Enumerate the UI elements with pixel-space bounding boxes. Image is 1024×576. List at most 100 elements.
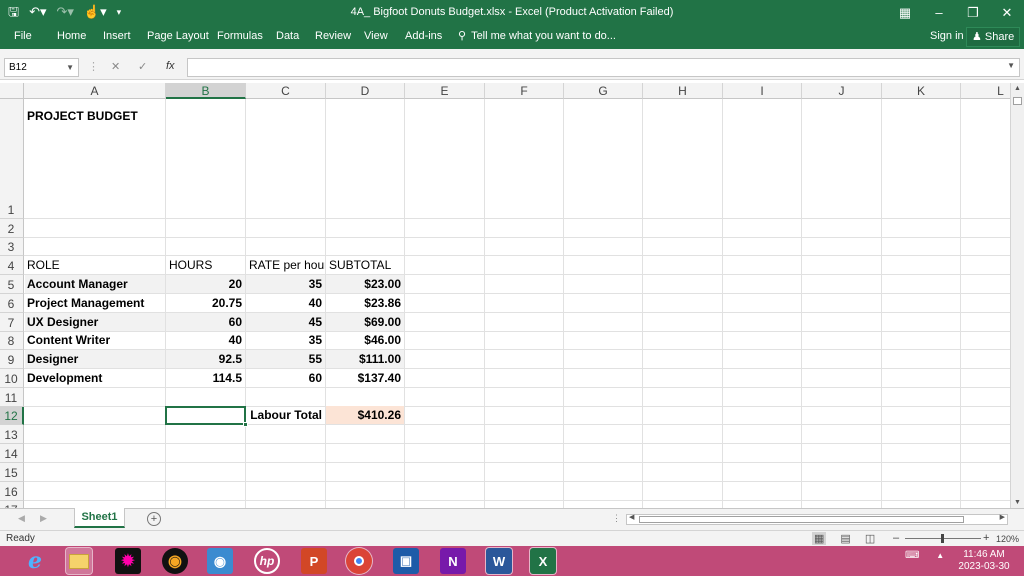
fill-handle[interactable] (243, 422, 248, 427)
sheet-tab-sheet1[interactable]: Sheet1 (74, 508, 125, 528)
cell-role[interactable]: Account Manager (24, 275, 165, 293)
tab-view[interactable]: View (364, 30, 388, 42)
page-layout-view-icon[interactable]: ▤ (840, 532, 850, 545)
row-header-1[interactable]: 1 (0, 99, 24, 219)
row-header-4[interactable]: 4 (0, 256, 24, 275)
column-header-d[interactable]: D (326, 83, 405, 99)
scroll-left-icon[interactable]: ◀ (629, 513, 634, 521)
row-header-7[interactable]: 7 (0, 313, 24, 332)
cell-subtotal[interactable]: $69.00 (326, 313, 404, 331)
onenote-icon[interactable]: N (440, 548, 466, 574)
horizontal-scrollbar[interactable]: ◀ ▶ (626, 514, 1008, 525)
column-header-c[interactable]: C (246, 83, 326, 99)
row-header-5[interactable]: 5 (0, 275, 24, 294)
tab-split-handle-icon[interactable]: ⋮ (612, 513, 621, 524)
pinwheel-app-icon[interactable]: ✹ (115, 548, 141, 574)
selected-cell-b12[interactable] (165, 406, 248, 427)
cell-c4-header[interactable]: RATE per hour (246, 256, 325, 274)
column-header-h[interactable]: H (643, 83, 723, 99)
formula-input[interactable]: ▼ (187, 58, 1020, 77)
cell-subtotal[interactable]: $111.00 (326, 350, 404, 368)
tab-add-ins[interactable]: Add-ins (405, 30, 442, 42)
cell-rate[interactable]: 35 (246, 331, 325, 349)
worksheet-grid[interactable]: ABCDEFGHIJKL1234567891011121314151617181… (0, 83, 1010, 508)
horizontal-scroll-thumb[interactable] (639, 516, 964, 523)
add-sheet-icon[interactable]: + (147, 512, 161, 526)
cell-hours[interactable]: 20.75 (166, 294, 245, 312)
chrome-icon[interactable] (346, 548, 372, 574)
row-header-13[interactable]: 13 (0, 425, 24, 444)
cell-role[interactable]: Development (24, 369, 165, 387)
cell-rate[interactable]: 35 (246, 275, 325, 293)
scroll-up-icon[interactable]: ▲ (1014, 85, 1021, 92)
chevron-down-icon[interactable]: ▼ (66, 59, 74, 76)
row-header-6[interactable]: 6 (0, 294, 24, 313)
webcam-app-icon[interactable]: ◉ (207, 548, 233, 574)
cell-subtotal[interactable]: $137.40 (326, 369, 404, 387)
scroll-down-icon[interactable]: ▼ (1014, 499, 1021, 506)
ribbon-display-icon[interactable]: ▦ (888, 0, 922, 25)
page-break-preview-icon[interactable]: ◫ (865, 532, 875, 545)
insert-function-icon[interactable]: fx (166, 60, 175, 72)
tab-insert[interactable]: Insert (103, 30, 131, 42)
row-header-8[interactable]: 8 (0, 332, 24, 350)
column-header-a[interactable]: A (24, 83, 166, 99)
powerpoint-icon[interactable]: P (301, 548, 327, 574)
cell-subtotal[interactable]: $23.00 (326, 275, 404, 293)
row-header-9[interactable]: 9 (0, 350, 24, 369)
cancel-icon[interactable]: ✕ (111, 60, 120, 73)
cell-role[interactable]: Designer (24, 350, 165, 368)
next-sheet-icon[interactable]: ▶ (40, 513, 47, 524)
cell-a4-header[interactable]: ROLE (24, 256, 165, 274)
prev-sheet-icon[interactable]: ◀ (18, 513, 25, 524)
cell-rate[interactable]: 40 (246, 294, 325, 312)
row-header-17[interactable]: 17 (0, 501, 24, 508)
cell-rate[interactable]: 60 (246, 369, 325, 387)
chevron-up-icon[interactable]: ▲ (936, 551, 944, 560)
column-header-e[interactable]: E (405, 83, 485, 99)
cell-role[interactable]: UX Designer (24, 313, 165, 331)
minimize-icon[interactable]: – (922, 0, 956, 25)
cell-a1-title[interactable]: PROJECT BUDGET (24, 107, 224, 125)
normal-view-icon[interactable]: ▦ (812, 532, 827, 545)
cell-hours[interactable]: 114.5 (166, 369, 245, 387)
row-header-11[interactable]: 11 (0, 388, 24, 407)
hp-icon[interactable]: hp (254, 548, 280, 574)
cell-hours[interactable]: 20 (166, 275, 245, 293)
row-header-3[interactable]: 3 (0, 238, 24, 256)
enter-icon[interactable]: ✓ (138, 60, 147, 73)
cell-hours[interactable]: 40 (166, 331, 245, 349)
column-header-j[interactable]: J (802, 83, 882, 99)
column-header-g[interactable]: G (564, 83, 643, 99)
file-explorer-icon[interactable] (66, 548, 92, 574)
row-header-2[interactable]: 2 (0, 219, 24, 238)
column-header-k[interactable]: K (882, 83, 961, 99)
zoom-in-icon[interactable]: + (983, 532, 989, 544)
scroll-right-icon[interactable]: ▶ (1000, 513, 1005, 521)
sign-in-link[interactable]: Sign in (930, 30, 964, 42)
tab-home[interactable]: Home (57, 30, 86, 42)
media-player-icon[interactable]: ◉ (162, 548, 188, 574)
cell-d12-total-value[interactable]: $410.26 (326, 406, 404, 424)
share-button[interactable]: ♟ Share (966, 27, 1021, 47)
row-header-12[interactable]: 12 (0, 407, 24, 425)
column-header-b[interactable]: B (166, 83, 246, 99)
column-header-f[interactable]: F (485, 83, 564, 99)
cell-role[interactable]: Content Writer (24, 331, 165, 349)
zoom-slider-knob[interactable] (941, 534, 944, 543)
cell-rate[interactable]: 55 (246, 350, 325, 368)
cell-hours[interactable]: 92.5 (166, 350, 245, 368)
photo-viewer-icon[interactable]: ▣ (393, 548, 419, 574)
row-header-10[interactable]: 10 (0, 369, 24, 388)
cell-subtotal[interactable]: $23.86 (326, 294, 404, 312)
tab-formulas[interactable]: Formulas (217, 30, 263, 42)
close-icon[interactable]: ✕ (990, 0, 1024, 25)
tab-page-layout[interactable]: Page Layout (147, 30, 209, 42)
cell-c12-total-label[interactable]: Labour Total (246, 406, 325, 424)
cell-b4-header[interactable]: HOURS (166, 256, 245, 274)
select-all-corner[interactable] (0, 83, 24, 99)
keyboard-icon[interactable]: ⌨ (905, 550, 919, 561)
cell-role[interactable]: Project Management (24, 294, 165, 312)
cell-subtotal[interactable]: $46.00 (326, 331, 404, 349)
cell-rate[interactable]: 45 (246, 313, 325, 331)
